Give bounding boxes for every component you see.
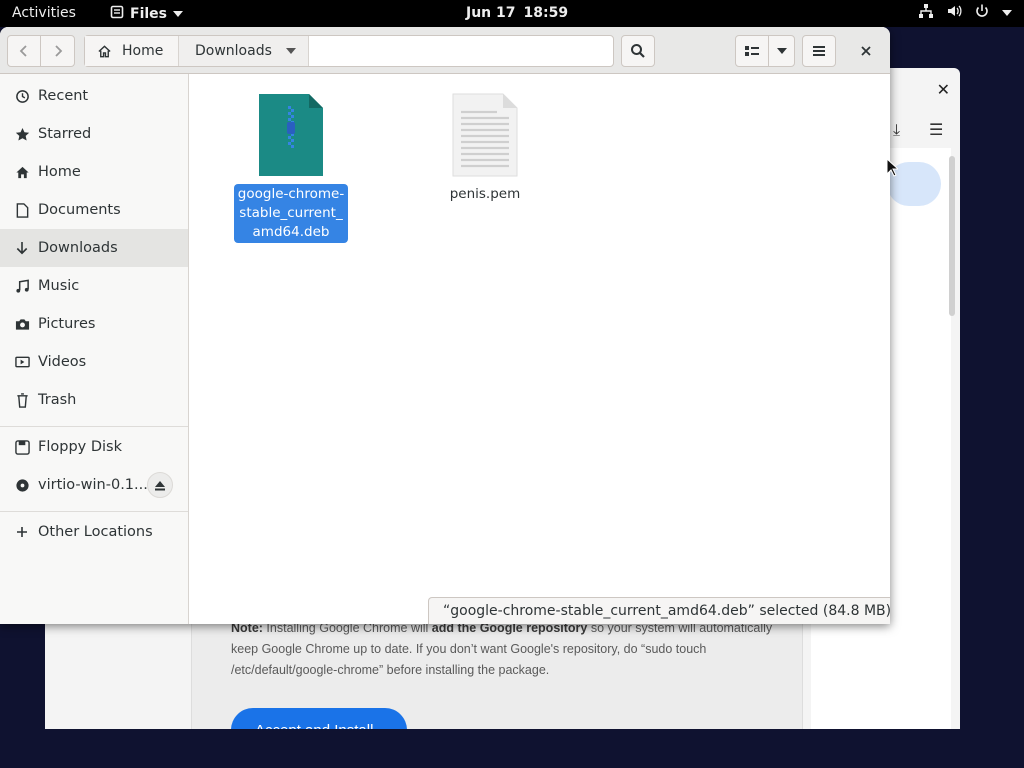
sidebar-item-label: virtio-win-0.1...: [38, 477, 148, 493]
search-button[interactable]: [621, 35, 655, 67]
search-icon: [631, 44, 645, 58]
top-bar: Activities Files Jun 17 18:59: [0, 0, 1024, 27]
network-icon: [918, 3, 934, 23]
file-name-line: stable_current_: [239, 205, 343, 221]
close-window-button[interactable]: [850, 39, 882, 63]
back-button[interactable]: [7, 35, 41, 67]
close-icon[interactable]: ✕: [937, 80, 950, 99]
sidebar-item-downloads[interactable]: Downloads: [0, 229, 188, 267]
path-crumb-downloads-label: Downloads: [195, 43, 272, 59]
sidebar-item-label: Pictures: [38, 316, 96, 332]
power-icon: [974, 3, 990, 23]
clock-date: Jun 17: [466, 5, 516, 21]
sidebar-item-recent[interactable]: Recent: [0, 77, 188, 115]
sidebar-item-label: Floppy Disk: [38, 439, 122, 455]
chevron-down-icon: [286, 48, 296, 54]
chevron-down-icon: [1002, 10, 1012, 16]
sidebar-item-starred[interactable]: Starred: [0, 115, 188, 153]
sidebar-item-other-locations[interactable]: Other Locations: [0, 513, 188, 551]
system-tray[interactable]: [918, 3, 1012, 23]
text-file-icon: [452, 93, 518, 177]
forward-button[interactable]: [40, 35, 75, 67]
plus-icon: [14, 524, 30, 540]
sidebar-item-label: Home: [38, 164, 81, 180]
hamburger-menu-icon: [813, 46, 825, 56]
sidebar-item-home[interactable]: Home: [0, 153, 188, 191]
list-view-icon: [745, 46, 759, 56]
app-menu-label: Files: [130, 6, 167, 22]
accept-install-button[interactable]: Accept and Install: [231, 708, 407, 729]
activities-button[interactable]: Activities: [12, 5, 76, 21]
home-icon: [98, 44, 111, 57]
mouse-cursor-icon: [886, 158, 898, 177]
file-name-line: google-chrome-: [237, 186, 345, 202]
file-name: penis.pem: [446, 184, 525, 205]
sidebar-item-floppy-disk[interactable]: Floppy Disk: [0, 428, 188, 466]
sidebar-item-pictures[interactable]: Pictures: [0, 305, 188, 343]
sidebar: Recent Starred Home Documents Downloads …: [0, 74, 189, 624]
clock[interactable]: Jun 17 18:59: [466, 5, 568, 21]
sidebar-item-label: Music: [38, 278, 80, 294]
sidebar-item-trash[interactable]: Trash: [0, 381, 188, 419]
eject-button[interactable]: [147, 472, 173, 498]
file-name-line: penis.pem: [449, 186, 521, 202]
sidebar-item-label: Videos: [38, 354, 87, 370]
sidebar-item-music[interactable]: Music: [0, 267, 188, 305]
archive-file-icon: [259, 94, 323, 176]
view-options-button[interactable]: [768, 35, 795, 67]
close-icon: [861, 46, 871, 56]
file-name-line: amd64.deb: [252, 224, 330, 240]
browser-scrollbar[interactable]: [949, 156, 955, 316]
eject-icon: [155, 480, 165, 490]
files-window: Home Downloads Recent Starred Home Docum…: [0, 27, 890, 624]
sidebar-separator: [0, 511, 188, 512]
path-crumb-home-label: Home: [122, 43, 164, 59]
file-view[interactable]: google-chrome- stable_current_ amd64.deb…: [189, 74, 890, 624]
sidebar-separator: [0, 426, 188, 427]
files-app-icon: [110, 5, 124, 23]
clock-time: 18:59: [523, 5, 569, 21]
chevron-down-icon: [173, 11, 183, 17]
video-icon: [14, 354, 30, 370]
trash-icon: [14, 392, 30, 408]
sidebar-item-label: Recent: [38, 88, 89, 104]
selection-status: “google-chrome-stable_current_amd64.deb”…: [428, 597, 890, 624]
drive-icon: [14, 439, 30, 455]
download-icon[interactable]: ⤓: [893, 120, 900, 140]
path-crumb-home[interactable]: Home: [85, 36, 179, 66]
star-icon: [14, 126, 30, 142]
chevron-right-icon: [54, 45, 62, 57]
music-icon: [14, 278, 30, 294]
sidebar-item-documents[interactable]: Documents: [0, 191, 188, 229]
app-menu[interactable]: Files: [110, 5, 183, 23]
sidebar-item-videos[interactable]: Videos: [0, 343, 188, 381]
chevron-down-icon: [776, 48, 787, 54]
clock-icon: [14, 88, 30, 104]
view-mode-button[interactable]: [735, 35, 769, 67]
home-icon: [14, 164, 30, 180]
main-menu-button[interactable]: [802, 35, 836, 67]
path-crumb-downloads[interactable]: Downloads: [179, 36, 309, 66]
sidebar-item-label: Starred: [38, 126, 92, 142]
file-item-chrome-deb[interactable]: google-chrome- stable_current_ amd64.deb: [232, 92, 350, 243]
download-icon: [14, 240, 30, 256]
document-icon: [14, 202, 30, 218]
header-bar: Home Downloads: [0, 27, 890, 74]
camera-icon: [14, 316, 30, 332]
hamburger-menu-icon[interactable]: ☰: [929, 120, 943, 139]
disc-icon: [14, 477, 30, 493]
file-name: google-chrome- stable_current_ amd64.deb: [233, 184, 349, 243]
volume-icon: [946, 3, 962, 23]
path-bar[interactable]: Home Downloads: [84, 35, 614, 67]
file-item-pem[interactable]: penis.pem: [426, 92, 544, 205]
sidebar-item-label: Trash: [38, 392, 77, 408]
sidebar-item-label: Other Locations: [38, 524, 153, 540]
chevron-left-icon: [19, 45, 27, 57]
sidebar-item-virtio-win[interactable]: virtio-win-0.1...: [0, 466, 188, 504]
sidebar-item-label: Downloads: [38, 240, 118, 256]
sidebar-item-label: Documents: [38, 202, 121, 218]
install-note: Note: Installing Google Chrome will add …: [231, 618, 791, 681]
